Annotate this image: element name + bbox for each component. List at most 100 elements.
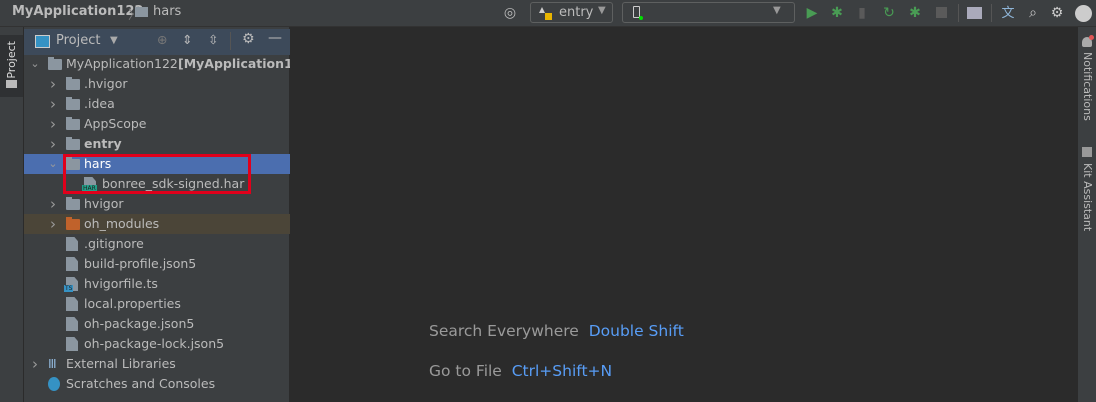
folder-icon: [66, 197, 80, 210]
expand-all-icon[interactable]: ⇕: [182, 32, 192, 47]
device-select[interactable]: ▼: [622, 2, 795, 23]
file-badge: TS: [64, 285, 74, 292]
translate-icon[interactable]: 文A: [998, 0, 1018, 48]
locate-icon[interactable]: ◎: [502, 0, 518, 27]
module-name: [MyApplication12]: [178, 56, 308, 71]
folder-icon: [6, 80, 17, 88]
tree-item[interactable]: › entry: [24, 134, 290, 154]
chevron-down-icon[interactable]: ⌄: [47, 154, 59, 174]
tree-item-label: AppScope: [84, 116, 147, 131]
tree-item-label: External Libraries: [66, 356, 176, 371]
kit-assistant-icon: [1082, 147, 1092, 157]
chevron-down-icon[interactable]: ▼: [110, 35, 118, 46]
hint-label: Go to File: [429, 362, 502, 380]
tree-item-label: build-profile.json5: [84, 256, 197, 271]
chevron-right-icon[interactable]: ›: [47, 194, 59, 214]
tree-item[interactable]: .gitignore: [24, 234, 290, 254]
tree-item-label: hvigor: [84, 196, 124, 211]
tree-item-label: oh-package.json5: [84, 316, 195, 331]
right-tool-stripe: Notifications Kit Assistant: [1078, 27, 1096, 402]
search-icon[interactable]: ⌕: [1024, 0, 1042, 27]
panel-header: Project ▼ ⊕ ⇕ ⇳ ⚙ —: [24, 29, 290, 55]
module-label: entry: [559, 5, 594, 20]
run-icon[interactable]: ▶: [804, 0, 820, 27]
panel-title[interactable]: Project: [56, 33, 100, 48]
file-icon: [66, 257, 78, 271]
tree-item[interactable]: › AppScope: [24, 114, 290, 134]
collapse-all-icon[interactable]: ⇳: [208, 32, 218, 47]
tree-item-label: hvigorfile.ts: [84, 276, 158, 291]
tree-item-label: Scratches and Consoles: [66, 376, 216, 391]
tree-item[interactable]: › hvigor: [24, 194, 290, 214]
module-select[interactable]: entry ▼: [530, 2, 613, 23]
folder-icon: [66, 97, 80, 110]
libraries-icon: Ⅲ: [48, 356, 57, 371]
project-view-icon: [35, 35, 50, 48]
file-icon: [66, 237, 78, 251]
tree-item[interactable]: oh-package.json5: [24, 314, 290, 334]
folder-icon: [66, 117, 80, 130]
attach-icon[interactable]: ▮: [854, 0, 870, 27]
tree-item-label: oh-package-lock.json5: [84, 336, 225, 351]
chevron-right-icon[interactable]: ›: [47, 134, 59, 154]
tree-item[interactable]: TS hvigorfile.ts: [24, 274, 290, 294]
tree-item-label: local.properties: [84, 296, 181, 311]
scratches-icon: [48, 377, 60, 391]
debug-icon[interactable]: ✱: [828, 0, 846, 27]
project-panel: Project ▼ ⊕ ⇕ ⇳ ⚙ — ⌄ MyApplication122 [My…: [24, 27, 307, 402]
folder-icon: [135, 7, 148, 17]
rerun-icon[interactable]: ↻: [880, 0, 898, 27]
hint-go-to-file: Go to File Ctrl+Shift+N: [429, 362, 612, 380]
editor-empty-area: Search Everywhere Double Shift Go to Fil…: [290, 27, 1078, 402]
highlight-box: [63, 154, 251, 194]
hint-label: Search Everywhere: [429, 322, 579, 340]
chevron-right-icon[interactable]: ›: [47, 114, 59, 134]
tree-item-label: oh_modules: [84, 216, 160, 231]
hint-shortcut: Ctrl+Shift+N: [511, 362, 613, 380]
gear-icon[interactable]: ⚙: [242, 31, 255, 47]
chevron-right-icon[interactable]: ›: [47, 214, 59, 234]
tree-item[interactable]: › .idea: [24, 94, 290, 114]
notifications-tab[interactable]: Notifications: [1081, 52, 1094, 121]
file-icon: [66, 317, 78, 331]
tree-item[interactable]: Scratches and Consoles: [24, 374, 290, 394]
hint-shortcut: Double Shift: [588, 322, 684, 340]
settings-icon[interactable]: ⚙: [1048, 0, 1066, 27]
tree-item[interactable]: › .hvigor: [24, 74, 290, 94]
tree-item-label: .hvigor: [84, 76, 128, 91]
left-tool-stripe: Project: [0, 27, 24, 402]
chevron-down-icon: ▼: [598, 5, 606, 16]
tree-item-label: entry: [84, 136, 122, 151]
folder-icon: [66, 77, 80, 90]
project-structure-icon[interactable]: [967, 7, 982, 19]
hide-icon[interactable]: —: [268, 30, 282, 46]
debug-attach-icon[interactable]: ✱: [906, 0, 924, 27]
tree-item-label: .idea: [84, 96, 115, 111]
chevron-down-icon: ▼: [773, 5, 781, 16]
kit-assistant-tab[interactable]: Kit Assistant: [1081, 163, 1094, 231]
tree-item-label: MyApplication122: [66, 56, 178, 71]
chevron-down-icon[interactable]: ⌄: [29, 54, 41, 74]
tree-item[interactable]: build-profile.json5: [24, 254, 290, 274]
tree-item[interactable]: › Ⅲ External Libraries: [24, 354, 290, 374]
tree-item[interactable]: ⌄ MyApplication122 [MyApplication12]: [24, 54, 307, 74]
tree-item[interactable]: oh-package-lock.json5: [24, 334, 290, 354]
tree-item[interactable]: › oh_modules: [24, 214, 290, 234]
hint-search-everywhere: Search Everywhere Double Shift: [429, 322, 684, 340]
chevron-right-icon[interactable]: ›: [29, 354, 41, 374]
file-icon: [66, 297, 78, 311]
chevron-right-icon[interactable]: ›: [47, 94, 59, 114]
tree-item[interactable]: local.properties: [24, 294, 290, 314]
file-icon: [66, 337, 78, 351]
folder-icon: [48, 57, 62, 70]
account-icon[interactable]: [1075, 5, 1092, 22]
breadcrumb-project[interactable]: MyApplication122: [12, 4, 143, 19]
top-toolbar: MyApplication122 〉 hars ◎ entry ▼ ▼ ▶ ✱ …: [0, 0, 1096, 48]
folder-icon: [66, 137, 80, 150]
tree-item-label: .gitignore: [84, 236, 144, 251]
locate-icon[interactable]: ⊕: [157, 32, 167, 47]
folder-icon: [66, 217, 80, 230]
chevron-right-icon[interactable]: ›: [47, 74, 59, 94]
breadcrumb-folder[interactable]: hars: [153, 4, 181, 19]
stop-icon[interactable]: [936, 7, 947, 18]
